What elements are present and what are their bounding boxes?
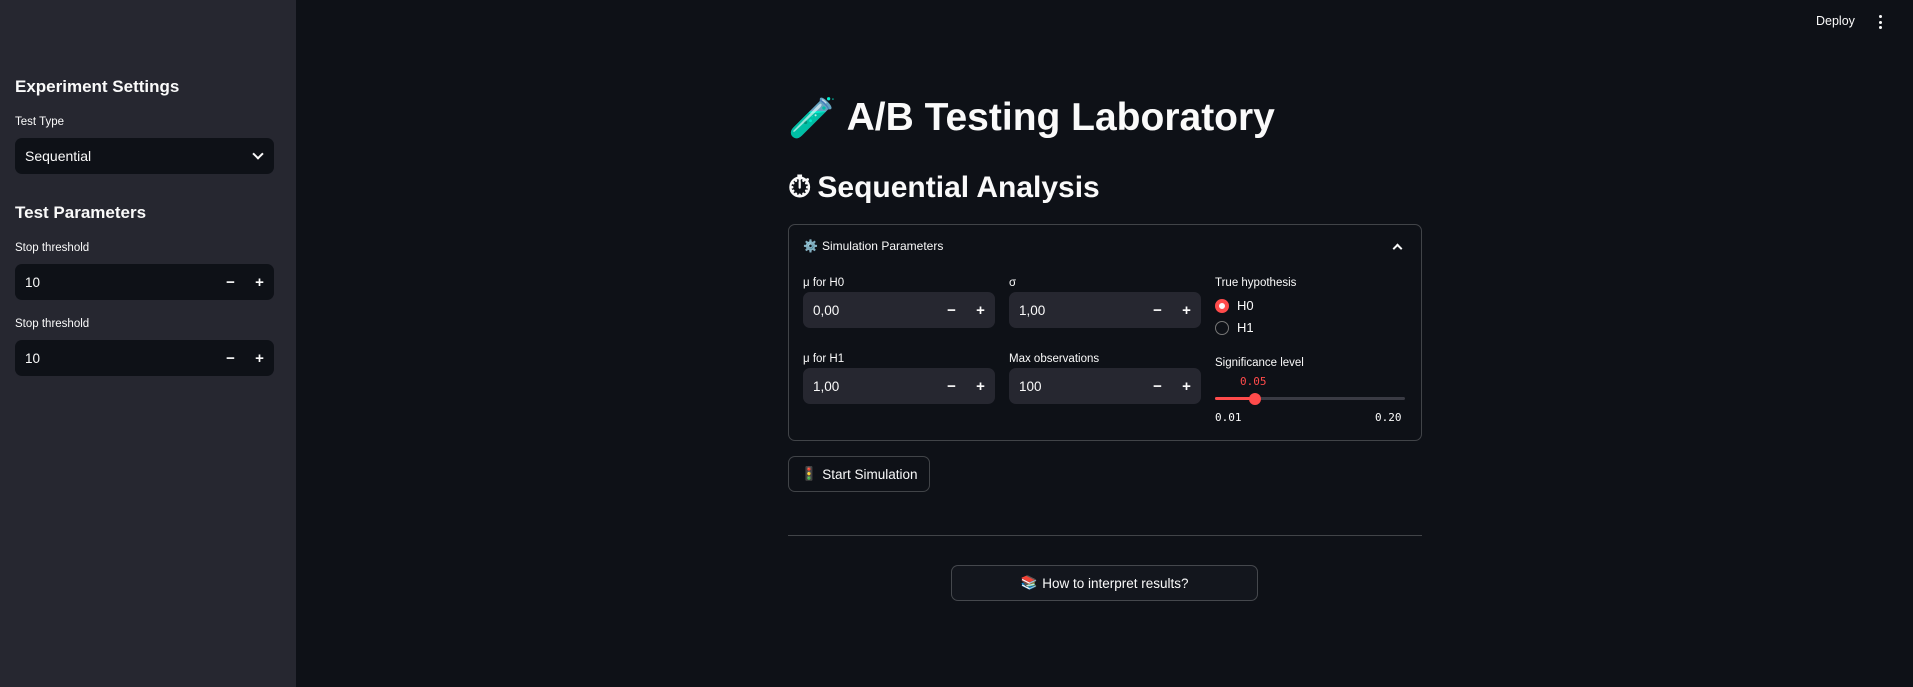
slider-current-value: 0.05 xyxy=(1240,375,1267,388)
stopwatch-icon: ⏱ xyxy=(788,170,812,205)
stop-threshold-value-1[interactable]: 10 xyxy=(15,275,216,290)
radio-button[interactable] xyxy=(1215,320,1229,335)
slider-min-value: 0.01 xyxy=(1215,411,1242,424)
increment-button[interactable]: + xyxy=(966,292,995,328)
decrement-button[interactable]: − xyxy=(937,368,966,404)
increment-button[interactable]: + xyxy=(1172,368,1201,404)
section-title: ⏱ Sequential Analysis xyxy=(788,170,1100,205)
radio-button-selected[interactable] xyxy=(1215,298,1229,313)
mu-h0-input: 0,00 − + xyxy=(803,292,995,328)
sigma-label: σ xyxy=(1009,277,1017,289)
radio-option-h1[interactable]: H1 xyxy=(1215,320,1254,335)
increment-button[interactable]: + xyxy=(1172,292,1201,328)
increment-button[interactable]: + xyxy=(245,264,274,300)
slider-max-value: 0.20 xyxy=(1375,411,1402,424)
sigma-input: 1,00 − + xyxy=(1009,292,1201,328)
chevron-down-icon xyxy=(252,148,264,160)
traffic-light-icon: 🚦 xyxy=(800,466,818,482)
decrement-button[interactable]: − xyxy=(216,264,245,300)
max-observations-value[interactable]: 100 xyxy=(1009,379,1143,394)
stop-threshold-label-2: Stop threshold xyxy=(15,318,90,330)
section-title-text: Sequential Analysis xyxy=(817,170,1100,204)
simulation-parameters-expander: ⚙️ Simulation Parameters μ for H0 0,00 −… xyxy=(788,224,1422,441)
test-type-label: Test Type xyxy=(15,116,65,128)
gear-icon: ⚙️ xyxy=(803,239,818,253)
sidebar: Experiment Settings Test Type Sequential… xyxy=(0,0,296,687)
max-observations-label: Max observations xyxy=(1009,353,1100,365)
significance-level-label: Significance level xyxy=(1215,357,1304,369)
mu-h0-label: μ for H0 xyxy=(803,277,845,289)
radio-label-h0: H0 xyxy=(1237,298,1254,313)
mu-h1-label: μ for H1 xyxy=(803,353,845,365)
how-to-interpret-label: How to interpret results? xyxy=(1042,575,1189,591)
stop-threshold-value-2[interactable]: 10 xyxy=(15,351,216,366)
decrement-button[interactable]: − xyxy=(1143,292,1172,328)
decrement-button[interactable]: − xyxy=(1143,368,1172,404)
page-title-text: A/B Testing Laboratory xyxy=(846,96,1275,139)
books-icon: 📚 xyxy=(1020,575,1038,591)
test-tube-icon: 🧪 xyxy=(788,96,837,141)
stop-threshold-input-2: 10 − + xyxy=(15,340,274,376)
slider-thumb[interactable] xyxy=(1248,393,1261,405)
mu-h1-value[interactable]: 1,00 xyxy=(803,379,937,394)
expander-label: Simulation Parameters xyxy=(821,239,944,253)
start-simulation-button[interactable]: 🚦 Start Simulation xyxy=(788,456,930,492)
decrement-button[interactable]: − xyxy=(216,340,245,376)
chevron-up-icon[interactable] xyxy=(1392,243,1403,254)
max-observations-input: 100 − + xyxy=(1009,368,1201,404)
stop-threshold-label-1: Stop threshold xyxy=(15,242,90,254)
start-simulation-label: Start Simulation xyxy=(822,466,918,482)
radio-label-h1: H1 xyxy=(1237,320,1254,335)
radio-option-h0[interactable]: H0 xyxy=(1215,298,1254,313)
how-to-interpret-button[interactable]: 📚 How to interpret results? xyxy=(951,565,1258,601)
stop-threshold-input-1: 10 − + xyxy=(15,264,274,300)
divider xyxy=(788,535,1422,536)
mu-h1-input: 1,00 − + xyxy=(803,368,995,404)
increment-button[interactable]: + xyxy=(966,368,995,404)
test-parameters-title: Test Parameters xyxy=(15,203,147,222)
page-title: 🧪 A/B Testing Laboratory xyxy=(788,95,1275,141)
sigma-value[interactable]: 1,00 xyxy=(1009,303,1143,318)
expander-header[interactable]: ⚙️ Simulation Parameters xyxy=(803,239,943,253)
test-type-select[interactable]: Sequential xyxy=(15,138,274,174)
experiment-settings-title: Experiment Settings xyxy=(15,77,180,96)
test-type-selected-value: Sequential xyxy=(25,148,92,164)
significance-slider-track[interactable] xyxy=(1215,397,1405,400)
deploy-button[interactable]: Deploy xyxy=(1816,14,1855,28)
increment-button[interactable]: + xyxy=(245,340,274,376)
kebab-menu-icon[interactable] xyxy=(1874,14,1886,30)
mu-h0-value[interactable]: 0,00 xyxy=(803,303,937,318)
decrement-button[interactable]: − xyxy=(937,292,966,328)
true-hypothesis-label: True hypothesis xyxy=(1215,277,1297,289)
